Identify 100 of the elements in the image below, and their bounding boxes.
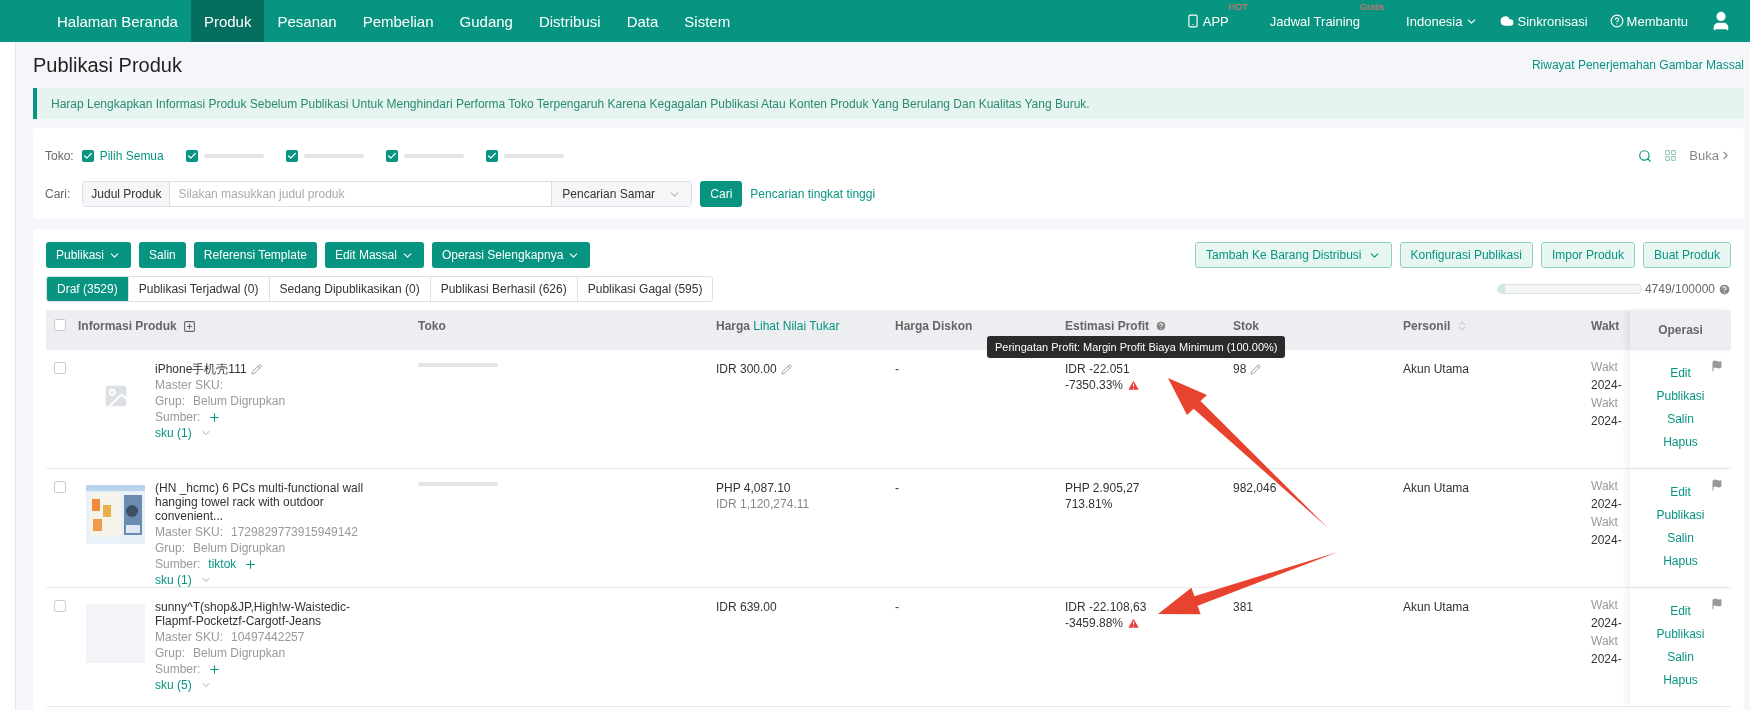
profit-percent: 713.81%: [1065, 497, 1113, 511]
toolbar-button[interactable]: Edit Massal: [324, 242, 424, 268]
action-link[interactable]: Edit: [1670, 604, 1691, 618]
nav-tab[interactable]: Produk: [190, 0, 265, 42]
pencil-icon[interactable]: [780, 363, 792, 375]
sku-toggle[interactable]: sku (1): [155, 426, 192, 440]
checkbox-label: Pilih Semua: [99, 148, 164, 163]
price-text: IDR 300.00: [716, 362, 777, 376]
source-label: Sumber:: [155, 557, 201, 571]
nav-tab[interactable]: Distribusi: [525, 0, 614, 42]
nav-tab[interactable]: Halaman Beranda: [44, 0, 191, 42]
plus-icon[interactable]: [208, 662, 222, 676]
row-checkbox[interactable]: [54, 600, 66, 612]
help-icon: [1718, 282, 1731, 296]
toolbar-button[interactable]: Tambah Ke Barang Distribusi: [1195, 242, 1392, 268]
checkbox[interactable]: [185, 149, 198, 162]
time-text: 2024-: [1591, 413, 1623, 430]
nav-tab[interactable]: Gudang: [446, 0, 526, 42]
redacted-text: [303, 152, 364, 159]
personnel-text: Akun Utama: [1403, 362, 1471, 376]
action-link[interactable]: Publikasi: [1656, 627, 1705, 641]
expand-icon[interactable]: [182, 319, 196, 333]
info-alert: Harap Lengkapkan Informasi Produk Sebelum Publikasi Untuk Menghindari Performa Toko Terpengaruh Karena Kegagalan Publikasi Atau Konten Produk Yang Berulang Dan Kualitas Yang Buruk.: [33, 88, 1744, 119]
nav-tab[interactable]: Pesanan: [264, 0, 350, 42]
row-checkbox[interactable]: [54, 362, 66, 374]
time-text: Wakt: [1591, 633, 1619, 650]
flag-icon[interactable]: [1711, 598, 1723, 610]
column-header: Estimasi Profit: [1065, 319, 1150, 333]
nav-tab[interactable]: Pembelian: [349, 0, 447, 42]
nav-link[interactable]: Membantu: [1609, 13, 1688, 29]
nav-link[interactable]: APP: [1185, 13, 1229, 29]
mode-select[interactable]: Pencarian Samar: [551, 182, 692, 206]
page-title: Publikasi Produk: [33, 53, 182, 77]
checkbox[interactable]: [81, 149, 94, 162]
field-label: Toko:: [45, 148, 74, 163]
profit-amount: PHP 2.905,27: [1065, 481, 1141, 495]
action-link[interactable]: Publikasi: [1656, 508, 1705, 522]
time-text: Wakt: [1591, 359, 1619, 376]
nav-tab[interactable]: Data: [613, 0, 672, 42]
nav-tab[interactable]: Sistem: [671, 0, 744, 42]
stock-text: 98: [1233, 362, 1247, 376]
action-link[interactable]: Hapus: [1663, 673, 1698, 687]
warning-icon[interactable]: [1127, 378, 1141, 392]
toolbar-button[interactable]: Operasi Selengkapnya: [431, 242, 591, 268]
sku-value: 1729829773915949142: [231, 525, 358, 539]
action-link[interactable]: Publikasi: [1656, 389, 1705, 403]
toolbar-button[interactable]: Referensi Template: [193, 242, 317, 268]
action-link[interactable]: Salin: [1667, 650, 1694, 664]
row-checkbox[interactable]: [54, 481, 66, 493]
nav-link[interactable]: Sinkronisasi: [1500, 13, 1588, 29]
plus-icon[interactable]: [208, 410, 222, 424]
action-link[interactable]: Edit: [1670, 485, 1691, 499]
field-select[interactable]: Judul Produk: [83, 182, 171, 206]
discount-text: -: [895, 362, 900, 376]
group-label: Grup:: [155, 541, 185, 555]
checkbox[interactable]: [385, 149, 398, 162]
nav-link[interactable]: Jadwal Training: [1269, 13, 1361, 29]
checkbox[interactable]: [485, 149, 498, 162]
grid-icon[interactable]: [1664, 149, 1678, 162]
sku-label: Master SKU:: [155, 630, 223, 644]
action-link[interactable]: Edit: [1670, 366, 1691, 380]
profit-percent: -3459.88%: [1065, 616, 1124, 630]
search-field[interactable]: Judul Produk Silakan masukkan judul produk Pencarian Samar: [82, 181, 693, 207]
toolbar-button[interactable]: Salin: [139, 242, 186, 268]
time-text: 2024-: [1591, 377, 1623, 394]
sku-toggle[interactable]: sku (1): [155, 573, 192, 587]
column-header: Harga Lihat Nilai Tukar: [716, 319, 840, 333]
expand-link[interactable]: Buka: [1689, 148, 1732, 163]
flag-icon[interactable]: [1711, 360, 1723, 372]
source-label: Sumber:: [155, 410, 201, 424]
converted-price: IDR 1,120,274.11: [716, 497, 811, 511]
group-label: Grup:: [155, 394, 185, 408]
profit-amount: IDR -22.051: [1065, 362, 1131, 376]
action-link[interactable]: Hapus: [1663, 435, 1698, 449]
pencil-icon[interactable]: [1250, 363, 1262, 375]
status-tab[interactable]: Draf (3529): [47, 277, 129, 301]
history-link[interactable]: Riwayat Penerjemahan Gambar Massal: [1531, 58, 1744, 72]
checkbox[interactable]: [285, 149, 298, 162]
sku-toggle[interactable]: sku (5): [155, 678, 192, 692]
source-tag[interactable]: tiktok: [208, 557, 237, 571]
warning-icon[interactable]: [1127, 616, 1141, 630]
toolbar-button[interactable]: Konfigurasi Publikasi: [1399, 242, 1533, 268]
quota-text: 4749/100000: [1644, 282, 1715, 296]
action-link[interactable]: Salin: [1667, 412, 1694, 426]
advanced-search-link[interactable]: Pencarian tingkat tinggi: [750, 187, 876, 201]
search-button[interactable]: Cari: [700, 181, 743, 207]
column-header: Wakt: [1591, 319, 1620, 333]
select-all-checkbox[interactable]: [54, 319, 66, 331]
flag-icon[interactable]: [1711, 479, 1723, 491]
sku-label: Master SKU:: [155, 525, 223, 539]
toolbar-button[interactable]: Buat Produk: [1642, 242, 1731, 268]
toolbar-button[interactable]: Publikasi: [46, 242, 132, 268]
nav-link[interactable]: Indonesia: [1406, 13, 1479, 29]
search-icon[interactable]: [1638, 148, 1653, 163]
action-link[interactable]: Salin: [1667, 531, 1694, 545]
help-icon: [1609, 14, 1624, 28]
toolbar-button[interactable]: Impor Produk: [1540, 242, 1635, 268]
pencil-icon[interactable]: [250, 363, 262, 375]
plus-icon[interactable]: [244, 557, 258, 571]
action-link[interactable]: Hapus: [1663, 554, 1698, 568]
